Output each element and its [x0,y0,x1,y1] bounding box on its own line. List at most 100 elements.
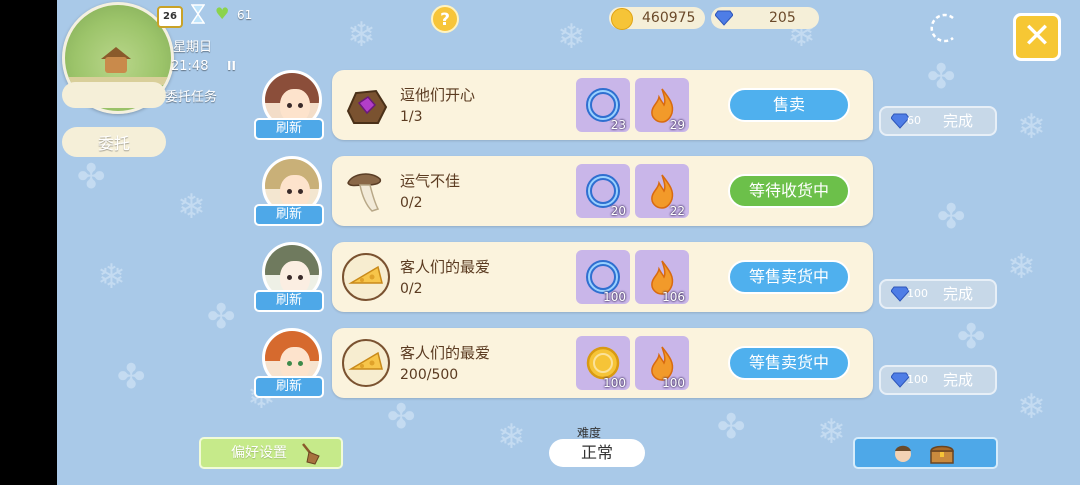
order-card: 客人们的最爱 0/2 100 106 等售卖货中 [332,242,873,312]
clover-icon: ✤ [207,297,236,337]
order-progress: 0/2 [400,195,423,211]
eye-shape [298,103,303,108]
task-label: 委托任务 [165,90,218,105]
eye-shape [287,361,292,366]
treasure-chest-icon [930,445,954,464]
clover-icon: ✤ [387,397,416,437]
complete-button[interactable]: 60 完成 [879,106,997,136]
commission-button[interactable]: 委托 [62,127,166,157]
diamond-counter: 205 [711,7,819,29]
order-card: 运气不佳 0/2 20 22 等待收货中 [332,156,873,226]
stamina-value: 61 [237,8,253,22]
reward-tile: 100 [576,250,630,304]
eye-shape [287,189,292,194]
awaiting-delivery-button[interactable]: 等待收货中 [728,174,850,208]
help-button[interactable]: ? [431,5,459,33]
close-button[interactable]: ✕ [1013,13,1061,61]
sell-button[interactable]: 售卖 [728,88,850,122]
calendar-icon: 26 [157,6,183,28]
loading-spinner-icon [930,13,954,43]
reward-tile: 100 [635,336,689,390]
reward-amount: 22 [669,204,685,218]
reward-tile: 100 [576,336,630,390]
cheese-icon [342,253,390,301]
order-progress: 200/500 [400,367,459,383]
order-progress: 1/3 [400,109,423,125]
order-item-name: 客人们的最爱 [400,258,491,276]
sell-button[interactable]: 等售卖货中 [728,260,850,294]
weekday-label: 星期日 [173,40,213,55]
snowflake-icon: ❄ [1007,247,1036,287]
clover-icon: ✤ [937,197,966,237]
reward-amount: 100 [603,376,626,390]
complete-cost: 100 [907,373,928,386]
snowflake-icon: ❄ [347,15,376,55]
complete-cost: 100 [907,287,928,300]
reward-amount: 106 [662,290,685,304]
complete-button[interactable]: 100 完成 [879,279,997,309]
complete-cost: 60 [907,114,921,127]
eye-shape [287,103,292,108]
complete-button[interactable]: 100 完成 [879,365,997,395]
order-item-name: 运气不佳 [400,172,461,190]
clover-icon: ✤ [927,57,956,97]
clover-icon: ✤ [117,357,146,397]
diamond-amount: 205 [769,10,796,26]
snowflake-icon: ❄ [1017,387,1046,427]
clover-icon: ✤ [77,157,106,197]
clover-icon: ✤ [957,317,986,357]
refresh-button[interactable]: 刷新 [254,204,324,226]
refresh-button[interactable]: 刷新 [254,118,324,140]
eye-shape [298,275,303,280]
pause-button[interactable]: II [227,59,236,73]
reward-amount: 29 [669,118,685,132]
complete-label: 完成 [943,371,974,389]
reward-tile: 20 [576,164,630,218]
reward-tile: 29 [635,78,689,132]
eye-shape [287,275,292,280]
preference-settings-button[interactable]: 偏好设置 [199,437,343,469]
order-card: 客人们的最爱 200/500 100 100 等售卖货中 [332,328,873,398]
heart-icon: ♥ [215,4,230,23]
snowflake-icon: ❄ [1017,107,1046,147]
hourglass-icon [191,4,205,24]
difficulty-selector[interactable]: 正常 [549,439,645,467]
reward-amount: 100 [662,376,685,390]
house-icon [105,57,127,73]
gem-ore-icon [346,89,388,124]
diamond-icon [715,10,733,26]
clover-icon: ✤ [717,407,746,447]
refresh-button[interactable]: 刷新 [254,290,324,312]
coin-counter: 460975 [609,7,705,30]
reward-tile: 22 [635,164,689,218]
eye-shape [298,189,303,194]
reward-amount: 23 [610,118,626,132]
order-item-name: 逗他们开心 [400,86,476,104]
snowflake-icon: ❄ [817,412,846,452]
sell-button[interactable]: 等售卖货中 [728,346,850,380]
snowflake-icon: ❄ [177,187,206,227]
complete-label: 完成 [943,112,974,130]
order-item-name: 客人们的最爱 [400,344,491,362]
eye-shape [298,361,303,366]
snowflake-icon: ❄ [557,17,586,57]
task-pill[interactable] [62,82,166,108]
snowflake-icon: ❄ [97,257,126,297]
order-board-screen: ❄ ❄ ❄ ✤ ❄ ✤ ❄ ❄ ✤ ✤ ❄ ✤ ❄ ✤ ❄ ✤ ❄ ✤ ❄ 26… [57,0,1080,485]
clock-label: 21:48 [171,59,209,74]
mushroom-icon [347,173,382,212]
reward-amount: 20 [610,204,626,218]
coin-amount: 460975 [642,10,696,26]
gold-coin-icon [611,8,633,30]
character-face-icon [895,445,911,462]
complete-label: 完成 [943,285,974,303]
order-progress: 0/2 [400,281,423,297]
shop-button[interactable] [853,437,998,469]
snowflake-icon: ❄ [497,417,526,457]
order-card: 逗他们开心 1/3 23 29 售卖 [332,70,873,140]
reward-tile: 106 [635,250,689,304]
preference-label: 偏好设置 [231,445,287,461]
broom-icon [302,443,320,465]
reward-amount: 100 [603,290,626,304]
refresh-button[interactable]: 刷新 [254,376,324,398]
